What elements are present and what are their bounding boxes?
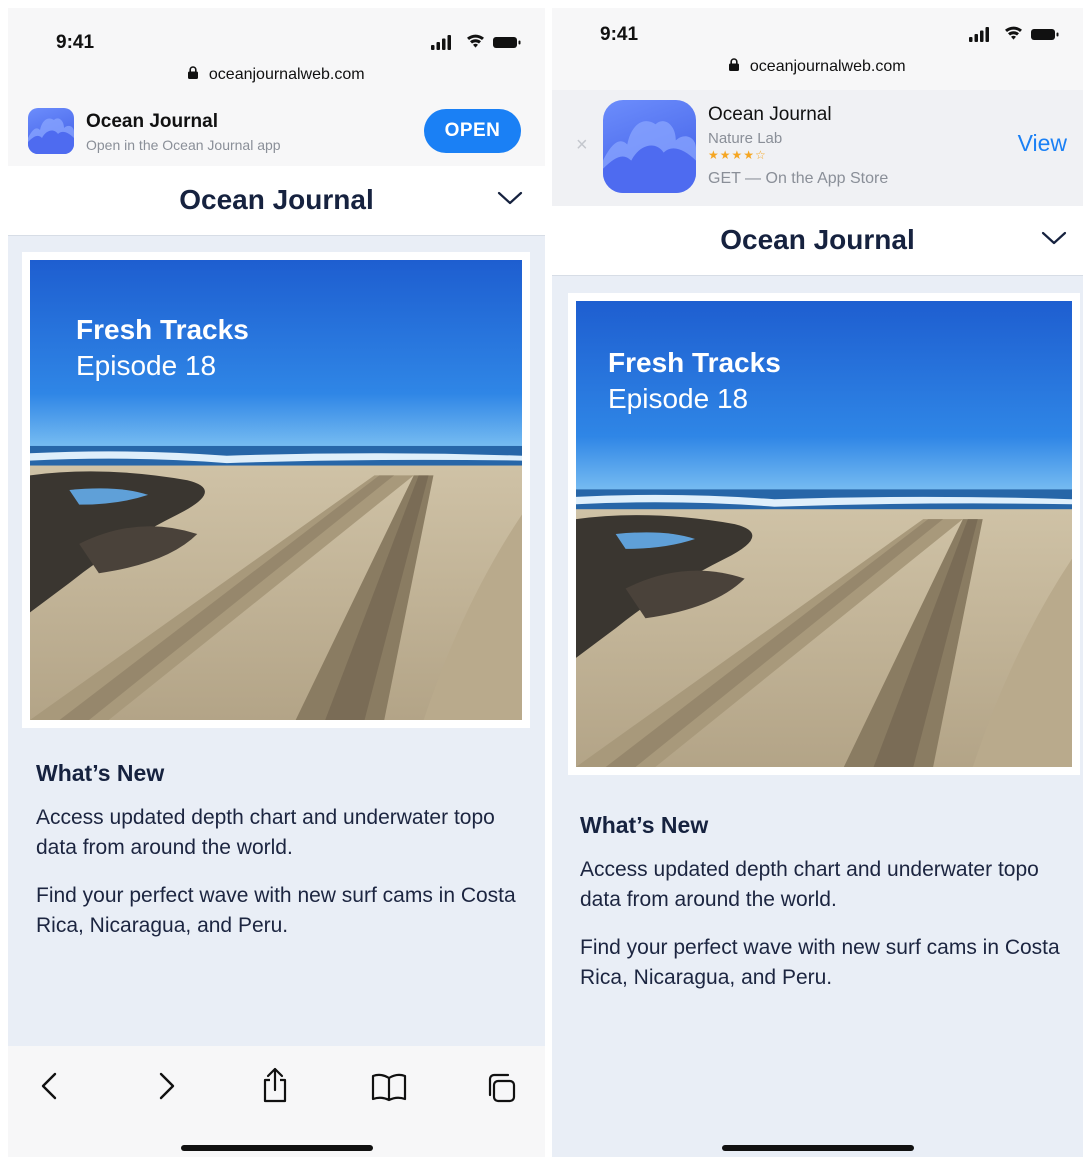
banner-store-text: GET — On the App Store: [708, 170, 889, 187]
app-icon: [28, 108, 74, 154]
status-bar: 9:41: [552, 8, 1083, 58]
chevron-down-icon[interactable]: [1041, 230, 1067, 246]
smart-app-banner[interactable]: × Ocean Journal Nature Lab ★★★★☆ GET — O…: [552, 90, 1083, 207]
whats-new-section: What’s New Access updated depth chart an…: [36, 760, 516, 959]
whats-new-paragraph: Access updated depth chart and underwate…: [580, 858, 1039, 911]
chevron-down-icon[interactable]: [497, 190, 523, 206]
episode-cover-image: Fresh Tracks Episode 18: [22, 252, 530, 728]
cover-title: Fresh Tracks: [76, 314, 249, 345]
banner-app-name: Ocean Journal: [708, 104, 832, 125]
whats-new-section: What’s New Access updated depth chart an…: [580, 812, 1060, 1011]
open-app-button[interactable]: OPEN: [424, 109, 521, 153]
site-header: Ocean Journal: [552, 206, 1083, 276]
cover-episode: Episode 18: [76, 350, 217, 381]
phone-screen-right: 9:41 oceanjournalweb.com × Ocean Journal…: [552, 8, 1083, 1157]
status-icons: [431, 34, 523, 50]
tabs-icon[interactable]: [484, 1071, 518, 1105]
cellular-signal-icon: [969, 27, 989, 42]
battery-icon: [493, 37, 521, 48]
whats-new-heading: What’s New: [580, 812, 709, 838]
whats-new-paragraph: Access updated depth chart and underwate…: [36, 806, 495, 859]
banner-app-name: Ocean Journal: [86, 111, 218, 132]
url-text: oceanjournalweb.com: [208, 66, 365, 83]
battery-icon: [1031, 29, 1059, 40]
cover-episode: Episode 18: [608, 383, 749, 414]
rating-stars: ★★★★☆: [708, 148, 767, 162]
banner-developer: Nature Lab: [708, 130, 783, 147]
whats-new-heading: What’s New: [36, 760, 165, 786]
home-indicator: [180, 1145, 373, 1151]
wifi-icon: [1005, 26, 1022, 40]
status-bar: 9:41: [8, 8, 545, 66]
whats-new-paragraph: Find your perfect wave with new surf cam…: [580, 936, 1060, 989]
lock-icon: [188, 66, 199, 80]
wifi-icon: [467, 34, 484, 48]
back-icon[interactable]: [38, 1070, 62, 1102]
url-text: oceanjournalweb.com: [749, 58, 906, 75]
cover-title: Fresh Tracks: [608, 347, 781, 378]
lock-icon: [729, 58, 740, 72]
status-icons: [969, 26, 1061, 42]
site-title: Ocean Journal: [179, 184, 374, 215]
browser-toolbar: [8, 1046, 545, 1157]
banner-subtitle: Open in the Ocean Journal app: [86, 137, 281, 153]
whats-new-paragraph: Find your perfect wave with new surf cam…: [36, 884, 516, 937]
episode-cover-image: Fresh Tracks Episode 18: [568, 293, 1080, 775]
smart-app-banner[interactable]: Ocean Journal Open in the Ocean Journal …: [8, 94, 545, 167]
status-time: 9:41: [56, 32, 95, 53]
address-bar[interactable]: oceanjournalweb.com: [552, 58, 1083, 90]
bookmarks-icon[interactable]: [370, 1072, 408, 1102]
site-header: Ocean Journal: [8, 166, 545, 236]
forward-icon[interactable]: [154, 1070, 178, 1102]
status-time: 9:41: [600, 24, 639, 45]
app-icon: [603, 100, 696, 193]
phone-screen-left: 9:41 oceanjournalweb.com Ocean Journal O…: [8, 8, 545, 1157]
address-bar[interactable]: oceanjournalweb.com: [8, 66, 545, 94]
view-button[interactable]: View: [1018, 130, 1067, 157]
close-icon[interactable]: ×: [576, 134, 588, 157]
site-title: Ocean Journal: [720, 224, 915, 255]
cellular-signal-icon: [431, 35, 451, 50]
share-icon[interactable]: [260, 1066, 290, 1104]
home-indicator: [721, 1145, 914, 1151]
